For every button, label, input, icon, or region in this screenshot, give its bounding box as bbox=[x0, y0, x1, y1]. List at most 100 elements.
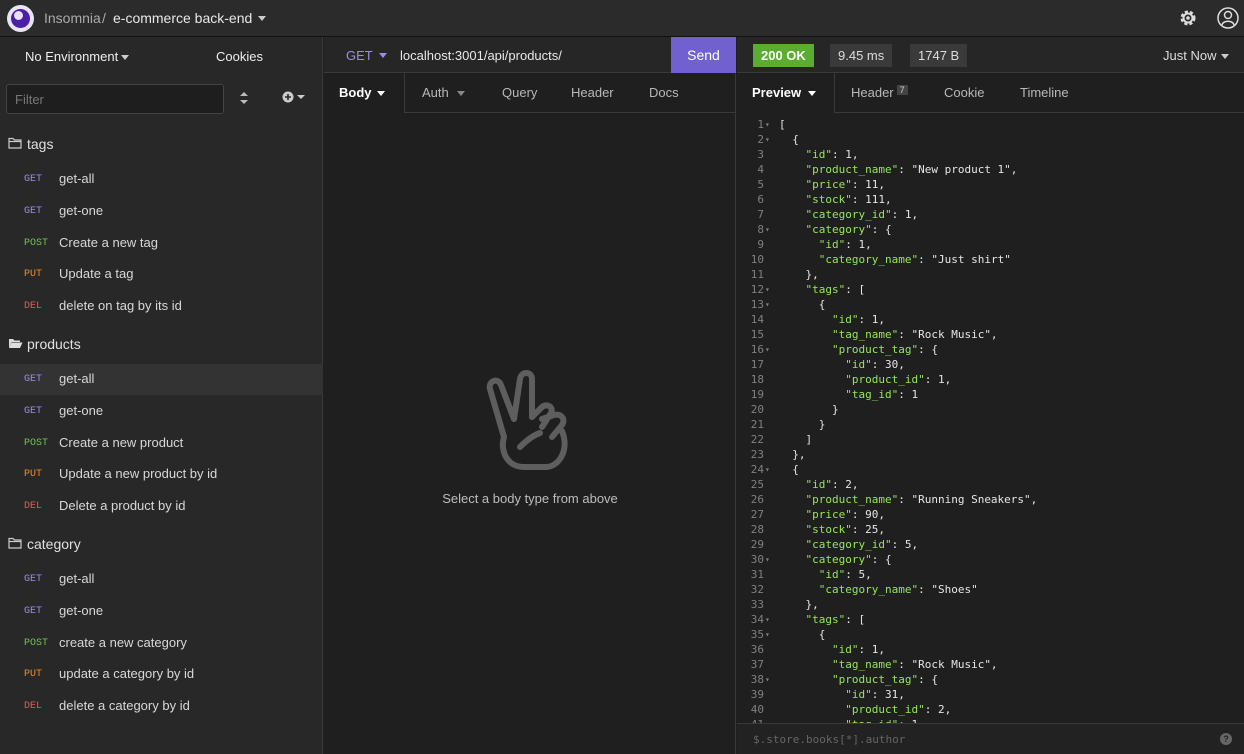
gear-icon[interactable] bbox=[1176, 6, 1200, 30]
folder-icon bbox=[8, 537, 23, 552]
response-history-selector[interactable]: Just Now bbox=[1163, 48, 1216, 63]
fold-toggle-icon[interactable]: ▾ bbox=[765, 630, 770, 639]
send-button[interactable]: Send bbox=[671, 37, 736, 73]
fold-toggle-icon[interactable]: ▾ bbox=[765, 225, 770, 234]
code-line: 13 ▾ { bbox=[737, 298, 1244, 313]
fold-toggle-icon[interactable]: ▾ bbox=[765, 465, 770, 474]
sidebar-request-tags-3[interactable]: PUT Update a tag bbox=[0, 259, 323, 290]
cookies-button[interactable]: Cookies bbox=[216, 49, 263, 64]
request-method-badge: POST bbox=[24, 437, 49, 449]
chevron-down-icon[interactable] bbox=[457, 91, 465, 96]
sidebar-request-tags-1[interactable]: GET get-one bbox=[0, 196, 323, 227]
sidebar-folder-tags[interactable]: tags bbox=[0, 129, 323, 159]
filter-input[interactable]: Filter bbox=[6, 84, 224, 114]
line-number: 4 bbox=[757, 163, 764, 176]
fold-toggle-icon[interactable]: ▾ bbox=[765, 120, 770, 129]
sidebar-request-category-3[interactable]: PUT update a category by id bbox=[0, 659, 323, 690]
tab-preview[interactable]: Preview bbox=[752, 85, 801, 100]
code-text: [ bbox=[779, 118, 786, 131]
sidebar-request-tags-2[interactable]: POST Create a new tag bbox=[0, 228, 323, 259]
sidebar-request-tags-4[interactable]: DEL delete on tag by its id bbox=[0, 291, 323, 322]
code-text: "product_name": "Running Sneakers", bbox=[805, 493, 1038, 506]
code-line: 37 "tag_name": "Rock Music", bbox=[737, 658, 1244, 673]
request-label: Create a new tag bbox=[59, 234, 159, 250]
sidebar-request-products-0[interactable]: GET get-all bbox=[0, 364, 323, 395]
code-line: 9 "id": 1, bbox=[737, 238, 1244, 253]
tab-timeline[interactable]: Timeline bbox=[1020, 85, 1069, 100]
line-number: 12 bbox=[750, 283, 764, 296]
line-number: 13 bbox=[750, 298, 764, 311]
sidebar-request-products-1[interactable]: GET get-one bbox=[0, 396, 323, 427]
chevron-down-icon[interactable] bbox=[808, 91, 816, 96]
line-number: 38 bbox=[750, 673, 764, 686]
line-number: 35 bbox=[750, 628, 764, 641]
request-method-badge: PUT bbox=[24, 669, 43, 681]
tab-query[interactable]: Query bbox=[502, 85, 537, 100]
request-method-badge: PUT bbox=[24, 469, 43, 481]
environment-selector[interactable]: No Environment bbox=[25, 49, 118, 64]
url-input[interactable]: localhost:3001/api/products/ bbox=[400, 48, 562, 63]
tab-body[interactable]: Body bbox=[339, 85, 372, 100]
response-time-badge: 9.45 ms bbox=[830, 44, 893, 67]
chevron-down-icon[interactable] bbox=[121, 55, 129, 60]
code-line: 10 "category_name": "Just shirt" bbox=[737, 253, 1244, 268]
sidebar-request-products-2[interactable]: POST Create a new product bbox=[0, 428, 323, 459]
fold-toggle-icon[interactable]: ▾ bbox=[765, 135, 770, 144]
line-number: 22 bbox=[750, 433, 764, 446]
code-line: 24 ▾ { bbox=[737, 463, 1244, 478]
chevron-down-icon[interactable] bbox=[1221, 54, 1229, 59]
sidebar-request-category-1[interactable]: GET get-one bbox=[0, 596, 323, 627]
tab-docs[interactable]: Docs bbox=[649, 85, 679, 100]
add-icon[interactable] bbox=[281, 90, 307, 107]
chevron-down-icon[interactable] bbox=[377, 91, 385, 96]
tab-auth[interactable]: Auth bbox=[422, 85, 449, 100]
sort-icon[interactable] bbox=[238, 91, 250, 108]
response-tabs: Preview Header 7 Cookie Timeline bbox=[737, 73, 1244, 113]
code-line: 11 }, bbox=[737, 268, 1244, 283]
chevron-down-icon[interactable] bbox=[258, 16, 266, 21]
tab-cookie[interactable]: Cookie bbox=[944, 85, 984, 100]
breadcrumb-project[interactable]: e-commerce back-end bbox=[113, 10, 252, 26]
request-label: get-one bbox=[59, 602, 104, 618]
fold-toggle-icon[interactable]: ▾ bbox=[765, 285, 770, 294]
line-number: 33 bbox=[750, 598, 764, 611]
code-text: "product_id": 2, bbox=[845, 703, 952, 716]
chevron-down-icon[interactable] bbox=[379, 53, 387, 58]
help-icon[interactable]: ? bbox=[1220, 733, 1232, 745]
line-number: 14 bbox=[750, 313, 764, 326]
line-number: 25 bbox=[750, 478, 764, 491]
line-number: 27 bbox=[750, 508, 764, 521]
sidebar-request-category-0[interactable]: GET get-all bbox=[0, 564, 323, 595]
response-filter-input[interactable]: $.store.books[*].author bbox=[753, 733, 905, 746]
code-line: 27 "price": 90, bbox=[737, 508, 1244, 523]
sidebar-request-tags-0[interactable]: GET get-all bbox=[0, 164, 323, 195]
sidebar-request-products-3[interactable]: PUT Update a new product by id bbox=[0, 459, 323, 490]
sidebar-folder-label: products bbox=[27, 336, 81, 352]
code-text: "id": 31, bbox=[845, 688, 905, 701]
code-text: { bbox=[779, 298, 826, 311]
response-body-viewer[interactable]: 1 ▾[2 ▾ {3 "id": 1, 4 "product_name": "New … bbox=[737, 115, 1244, 723]
fold-toggle-icon[interactable]: ▾ bbox=[765, 345, 770, 354]
sidebar: No Environment Cookies Filter tags GET get… bbox=[0, 37, 323, 754]
header-count-badge: 7 bbox=[896, 85, 908, 95]
fold-toggle-icon[interactable]: ▾ bbox=[765, 555, 770, 564]
line-number: 28 bbox=[750, 523, 764, 536]
sidebar-request-products-4[interactable]: DEL Delete a product by id bbox=[0, 491, 323, 522]
fold-toggle-icon[interactable]: ▾ bbox=[765, 300, 770, 309]
method-selector[interactable]: GET bbox=[346, 48, 373, 63]
request-method-badge: DEL bbox=[24, 501, 43, 513]
sidebar-request-category-4[interactable]: DEL delete a category by id bbox=[0, 691, 323, 722]
tab-response-header[interactable]: Header 7 bbox=[851, 85, 908, 100]
tab-header[interactable]: Header bbox=[571, 85, 614, 100]
code-text: "category_id": 5, bbox=[805, 538, 919, 551]
account-icon[interactable] bbox=[1216, 6, 1240, 30]
insomnia-logo-icon[interactable] bbox=[7, 5, 34, 32]
sidebar-folder-category[interactable]: category bbox=[0, 529, 323, 559]
fold-toggle-icon[interactable]: ▾ bbox=[765, 675, 770, 684]
code-line: 19 "tag_id": 1 bbox=[737, 388, 1244, 403]
breadcrumb-app[interactable]: Insomnia bbox=[44, 10, 101, 26]
sidebar-request-category-2[interactable]: POST create a new category bbox=[0, 628, 323, 659]
sidebar-folder-products[interactable]: products bbox=[0, 329, 323, 359]
code-text: }, bbox=[779, 598, 819, 611]
fold-toggle-icon[interactable]: ▾ bbox=[765, 615, 770, 624]
